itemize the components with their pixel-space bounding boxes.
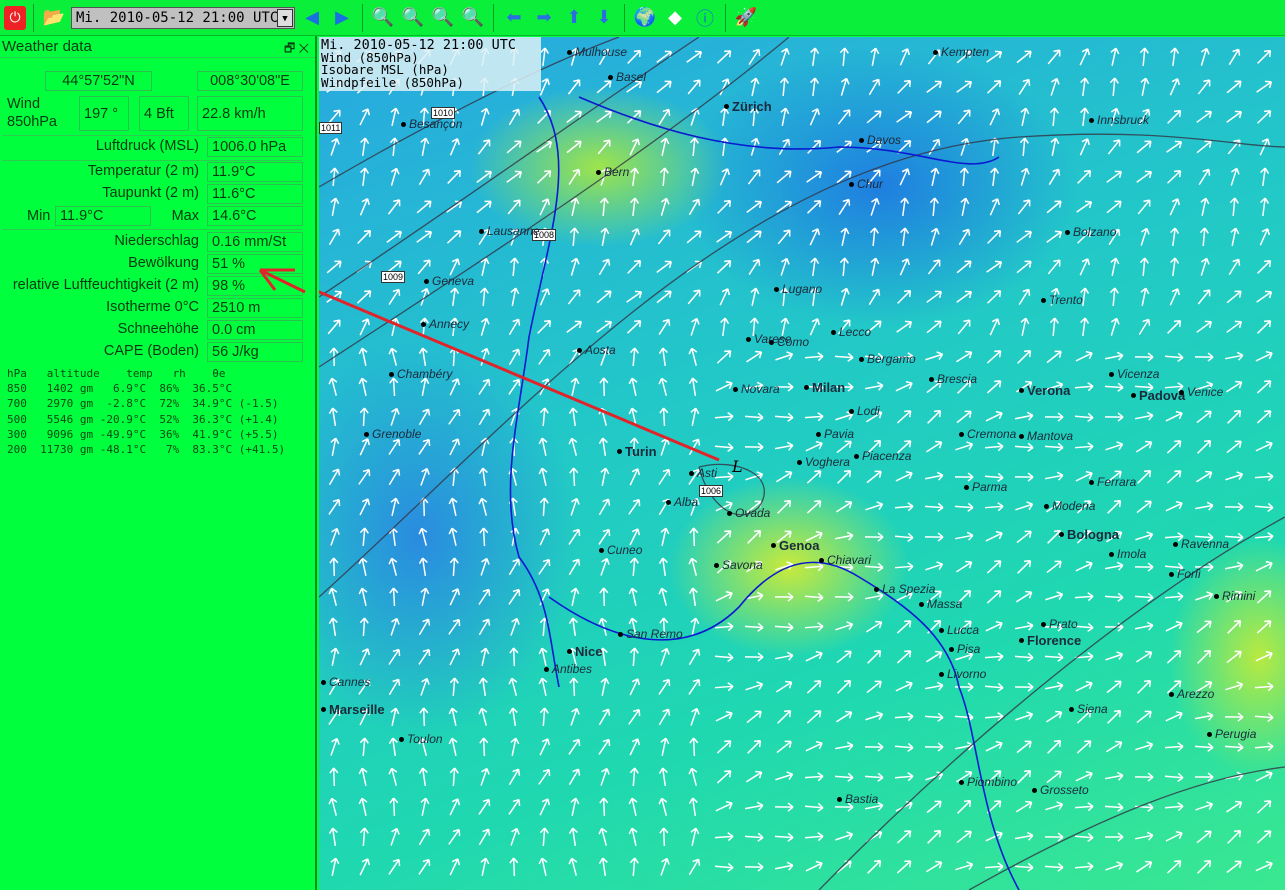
prev-icon[interactable]: ◀ xyxy=(299,5,325,31)
zoom-in-icon[interactable]: 🔍 xyxy=(370,5,396,31)
wind-label: Wind xyxy=(7,96,41,112)
pan-down-icon[interactable]: ⬇ xyxy=(591,5,617,31)
latitude: 44°57'52"N xyxy=(45,71,152,91)
float-icon[interactable]: 🗗 xyxy=(284,41,295,55)
temperature-label: Temperatur (2 m) xyxy=(87,163,199,179)
snow-value: 0.0 cm xyxy=(207,320,303,340)
date-value: Mi. 2010-05-12 21:00 UTC xyxy=(76,9,279,26)
freezing-level-value: 2510 m xyxy=(207,298,303,318)
next-icon[interactable]: ▶ xyxy=(329,5,355,31)
divider xyxy=(2,229,302,230)
zoom-1to1-icon[interactable]: 🔍 xyxy=(460,5,486,31)
wind-direction: 197 ° xyxy=(79,96,129,131)
date-select[interactable]: Mi. 2010-05-12 21:00 UTC ▼ xyxy=(71,6,295,29)
precipitation-label: Niederschlag xyxy=(114,233,199,249)
panel-title: Weather data 🗗 ✕ xyxy=(0,36,315,58)
close-icon[interactable]: ✕ xyxy=(299,41,309,55)
cape-label: CAPE (Boden) xyxy=(103,343,199,359)
min-label: Min xyxy=(27,208,51,224)
wind-level: 850hPa xyxy=(7,114,57,130)
zoom-out-icon[interactable]: 🔍 xyxy=(400,5,426,31)
snow-label: Schneehöhe xyxy=(117,321,199,337)
info-icon[interactable]: ⓘ xyxy=(692,5,718,31)
freezing-level-label: Isotherme 0°C xyxy=(106,299,199,315)
red-arrowhead xyxy=(258,268,306,294)
precipitation-value: 0.16 mm/St xyxy=(207,232,303,252)
panel-title-text: Weather data xyxy=(2,38,92,55)
pressure-value: 1006.0 hPa xyxy=(207,137,303,157)
power-icon[interactable]: ⏻ xyxy=(4,5,26,30)
wind-beaufort: 4 Bft xyxy=(139,96,189,131)
pan-right-icon[interactable]: ➡ xyxy=(531,5,557,31)
weather-data-panel: Weather data 🗗 ✕ 44°57'52"N 008°30'08"E W… xyxy=(0,36,317,890)
pressure-label: Luftdruck (MSL) xyxy=(95,138,199,154)
min-value: 11.9°C xyxy=(55,206,151,226)
dewpoint-label: Taupunkt (2 m) xyxy=(102,185,199,201)
toolbar: ⏻ 📂 Mi. 2010-05-12 21:00 UTC ▼ ◀ ▶ 🔍 🔍 🔍 … xyxy=(0,0,1285,36)
weather-map[interactable]: Mi. 2010-05-12 21:00 UTC Wind (850hPa) I… xyxy=(319,37,1285,890)
max-value: 14.6°C xyxy=(207,206,303,226)
open-folder-icon[interactable]: 📂 xyxy=(41,5,67,31)
separator xyxy=(624,3,625,32)
rocket-icon[interactable]: 🚀 xyxy=(733,5,759,31)
wind-speed: 22.8 km/h xyxy=(197,96,303,131)
longitude: 008°30'08"E xyxy=(197,71,303,91)
divider xyxy=(2,160,302,161)
chevron-down-icon[interactable]: ▼ xyxy=(277,8,293,27)
sounding-table: hPa altitude temp rh θe 850 1402 gm 6.9°… xyxy=(7,367,286,457)
pan-left-icon[interactable]: ⬅ xyxy=(501,5,527,31)
cloud-label: Bewölkung xyxy=(128,255,199,271)
eraser-icon[interactable]: ◆ xyxy=(662,5,688,31)
separator xyxy=(725,3,726,32)
divider xyxy=(2,135,302,136)
red-annotation-arrow xyxy=(319,290,720,462)
zoom-fit-icon[interactable]: 🔍 xyxy=(430,5,456,31)
max-label: Max xyxy=(171,208,199,224)
separator xyxy=(493,3,494,32)
humidity-label: relative Luftfeuchtigkeit (2 m) xyxy=(12,277,199,293)
temperature-value: 11.9°C xyxy=(207,162,303,182)
pan-up-icon[interactable]: ⬆ xyxy=(561,5,587,31)
separator xyxy=(362,3,363,32)
dewpoint-value: 11.6°C xyxy=(207,184,303,204)
annotation-layer xyxy=(319,290,720,462)
separator xyxy=(33,3,34,32)
cape-value: 56 J/kg xyxy=(207,342,303,362)
globe-icon[interactable]: 🌍 xyxy=(632,5,658,31)
